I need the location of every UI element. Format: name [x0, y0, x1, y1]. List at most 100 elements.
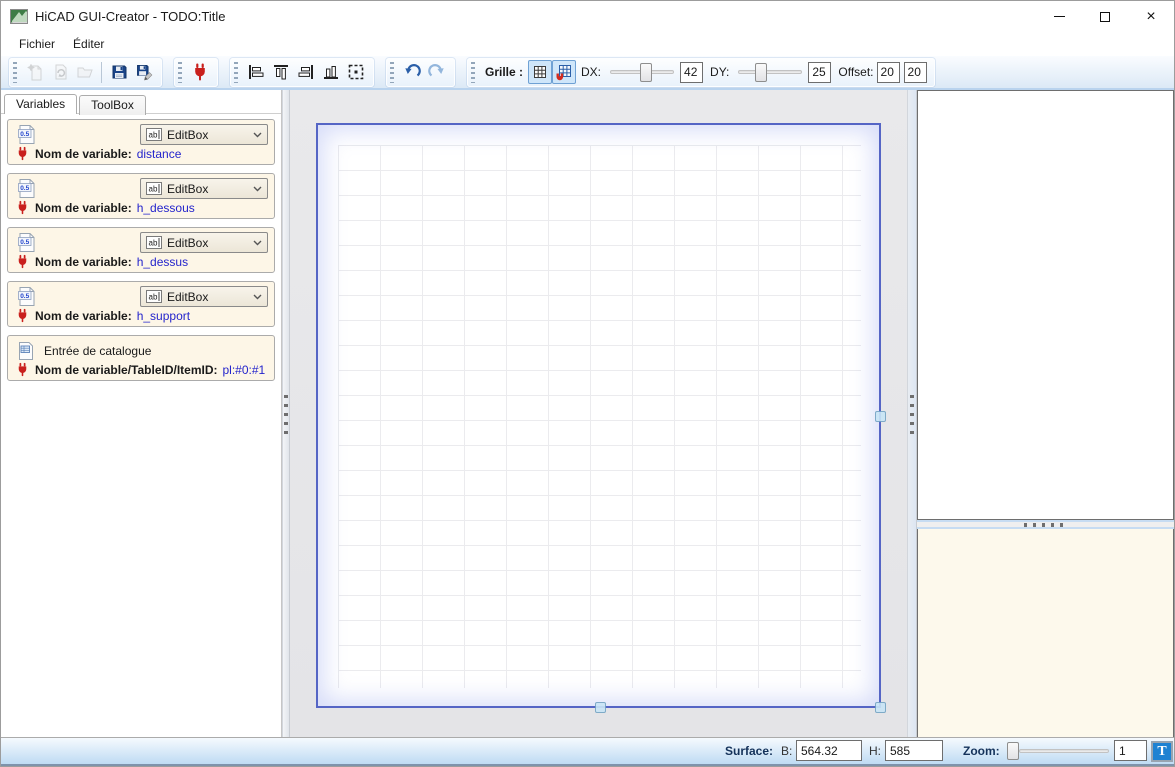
- toolbar-group-file: [9, 58, 162, 87]
- menu-fichier[interactable]: Fichier: [10, 34, 64, 54]
- toolbar-grip[interactable]: [390, 62, 394, 83]
- save-as-button[interactable]: [131, 60, 156, 85]
- connect-button[interactable]: [187, 60, 212, 85]
- grid-snap-button[interactable]: [552, 60, 576, 84]
- variable-name-value: h_dessous: [137, 201, 195, 215]
- variable-name-value: h_support: [137, 309, 190, 323]
- dy-slider[interactable]: [738, 62, 802, 83]
- connect-icon: [193, 63, 207, 81]
- splitter-grip-dots: [1024, 523, 1068, 527]
- catalog-entry-card[interactable]: Entrée de catalogue Nom de variable/Tabl…: [7, 335, 275, 381]
- main-area: Variables ToolBox 0.5: [1, 90, 1174, 738]
- variable-card-distance[interactable]: 0.5 ab EditBox: [7, 119, 275, 165]
- align-left-icon: [247, 63, 265, 81]
- dy-slider-track[interactable]: [738, 70, 802, 74]
- chevron-down-icon: [253, 132, 262, 138]
- menu-editer[interactable]: Éditer: [64, 34, 113, 54]
- toolbar: Grille : DX: 42 DY:: [1, 56, 1174, 90]
- svg-text:0.5: 0.5: [20, 185, 29, 192]
- plug-icon: [17, 254, 28, 269]
- zoom-slider-thumb[interactable]: [1007, 742, 1019, 760]
- control-type-select[interactable]: ab EditBox: [140, 286, 268, 307]
- close-button[interactable]: ×: [1128, 1, 1174, 32]
- control-type-label: EditBox: [167, 182, 208, 196]
- new-icon: [26, 63, 44, 81]
- open-button[interactable]: [72, 60, 97, 85]
- title-bar[interactable]: HiCAD GUI-Creator - TODO:Title ×: [1, 1, 1174, 32]
- plug-icon: [17, 362, 28, 377]
- toolbar-group-connect: [174, 58, 218, 87]
- surface-h-input[interactable]: 585: [885, 740, 943, 761]
- chevron-down-icon: [253, 294, 262, 300]
- svg-text:ab: ab: [149, 185, 158, 194]
- dx-input[interactable]: 42: [680, 62, 703, 83]
- dx-value: 42: [684, 65, 697, 79]
- toolbar-grip[interactable]: [471, 62, 475, 83]
- sidebar-tabs: Variables ToolBox: [1, 90, 281, 114]
- variable-name-label: Nom de variable:: [35, 201, 132, 215]
- save-button[interactable]: [106, 60, 131, 85]
- control-type-select[interactable]: ab EditBox: [140, 232, 268, 253]
- toolbar-group-history: [386, 58, 455, 87]
- control-type-select[interactable]: ab EditBox: [140, 178, 268, 199]
- variable-name-label: Nom de variable:: [35, 309, 132, 323]
- dx-label: DX:: [581, 65, 601, 79]
- zoom-slider-track[interactable]: [1019, 749, 1109, 753]
- align-top-button[interactable]: [268, 60, 293, 85]
- zoom-input[interactable]: 1: [1114, 740, 1147, 761]
- right-splitter[interactable]: [907, 90, 917, 738]
- variable-card-h-dessus[interactable]: 0.5 ab EditBox: [7, 227, 275, 273]
- toolbar-grip[interactable]: [234, 62, 238, 83]
- plug-icon: [17, 200, 28, 215]
- toolbar-group-align: [230, 58, 374, 87]
- maximize-button[interactable]: [1082, 1, 1128, 32]
- surface-label: Surface:: [725, 738, 773, 764]
- align-left-button[interactable]: [243, 60, 268, 85]
- catalog-name-label: Nom de variable/TableID/ItemID:: [35, 363, 218, 377]
- align-bottom-button[interactable]: [318, 60, 343, 85]
- align-right-button[interactable]: [293, 60, 318, 85]
- new-button[interactable]: [22, 60, 47, 85]
- grid-icon: [531, 63, 549, 81]
- resize-button[interactable]: [343, 60, 368, 85]
- dy-input[interactable]: 25: [808, 62, 831, 83]
- offset-x-input[interactable]: 20: [877, 62, 900, 83]
- undo-button[interactable]: [399, 60, 424, 85]
- design-canvas[interactable]: [290, 90, 907, 738]
- variable-name-value: h_dessus: [137, 255, 188, 269]
- offset-y-input[interactable]: 20: [904, 62, 927, 83]
- offset-x-value: 20: [881, 65, 894, 79]
- tab-variables[interactable]: Variables: [4, 94, 77, 114]
- zoom-slider[interactable]: [1007, 740, 1109, 762]
- grid-toggle-button[interactable]: [528, 60, 552, 84]
- control-type-select[interactable]: ab EditBox: [140, 124, 268, 145]
- left-splitter[interactable]: [282, 90, 290, 738]
- resize-handle-right[interactable]: [875, 411, 886, 422]
- reload-button[interactable]: [47, 60, 72, 85]
- close-icon: ×: [1146, 9, 1155, 25]
- variable-card-h-dessous[interactable]: 0.5 ab EditBox: [7, 173, 275, 219]
- dx-slider[interactable]: [610, 62, 674, 83]
- tab-toolbox[interactable]: ToolBox: [79, 95, 146, 115]
- grille-label: Grille :: [485, 65, 523, 79]
- align-right-icon: [297, 63, 315, 81]
- editbox-icon: ab: [146, 290, 162, 303]
- surface-b-label: B:: [781, 738, 792, 764]
- redo-button[interactable]: [424, 60, 449, 85]
- form-design-surface[interactable]: [316, 123, 881, 708]
- variable-card-h-support[interactable]: 0.5 ab EditBox: [7, 281, 275, 327]
- resize-handle-bottom[interactable]: [595, 702, 606, 713]
- toolbar-grip[interactable]: [13, 62, 17, 83]
- plug-icon: [17, 146, 28, 161]
- surface-b-input[interactable]: 564.32: [796, 740, 862, 761]
- dx-slider-thumb[interactable]: [640, 63, 652, 82]
- minimize-button[interactable]: [1036, 1, 1082, 32]
- text-tool-button[interactable]: T: [1151, 741, 1173, 762]
- dy-slider-thumb[interactable]: [755, 63, 767, 82]
- resize-handle-bottom-right[interactable]: [875, 702, 886, 713]
- control-type-label: EditBox: [167, 290, 208, 304]
- maximize-icon: [1100, 12, 1110, 22]
- toolbar-grip[interactable]: [178, 62, 182, 83]
- horizontal-splitter[interactable]: [917, 520, 1174, 529]
- control-type-label: EditBox: [167, 236, 208, 250]
